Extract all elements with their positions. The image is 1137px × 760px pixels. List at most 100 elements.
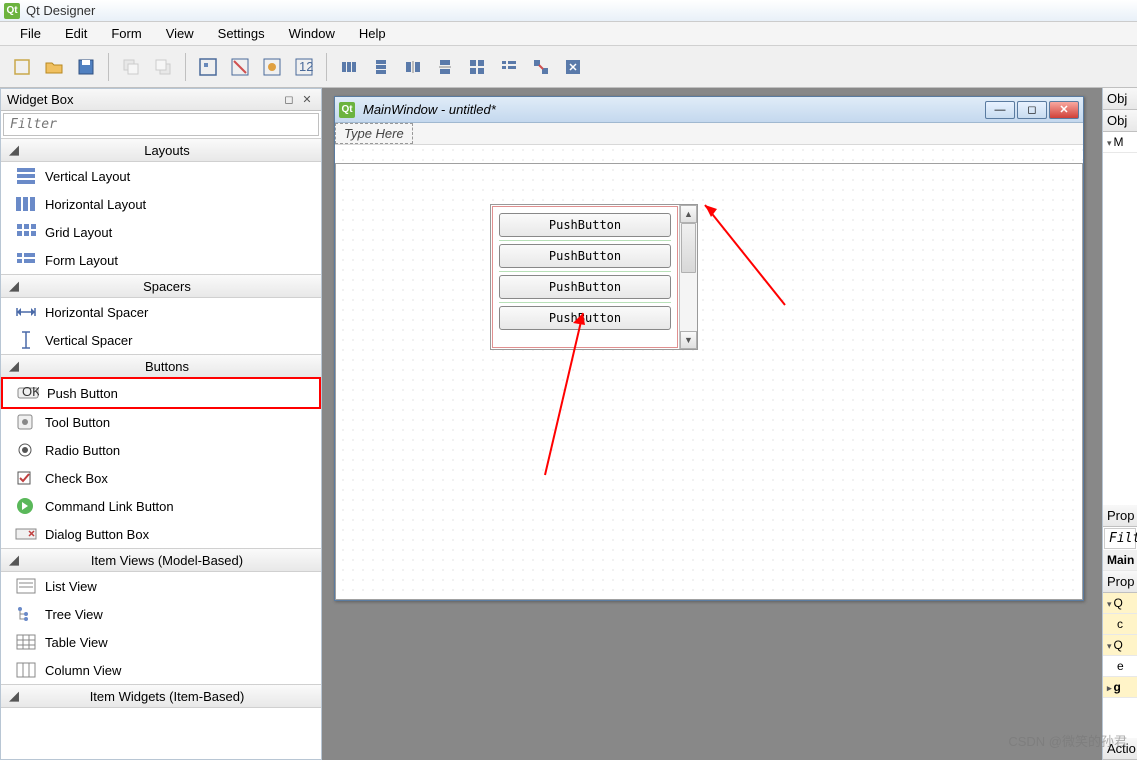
horizontal-spacer-icon: [15, 303, 37, 321]
item-vertical-spacer[interactable]: Vertical Spacer: [1, 326, 321, 354]
vertical-scrollbar[interactable]: ▲ ▼: [679, 205, 697, 349]
layout-form-button[interactable]: [495, 53, 523, 81]
property-col-header: Prop: [1103, 571, 1137, 593]
dock-restore-icon[interactable]: ◻: [281, 92, 297, 108]
menu-help[interactable]: Help: [347, 24, 398, 43]
minimize-button[interactable]: —: [985, 101, 1015, 119]
menu-settings[interactable]: Settings: [206, 24, 277, 43]
prop-group-q2[interactable]: Q: [1103, 635, 1137, 656]
form-layout-icon: [15, 251, 37, 269]
section-item-views[interactable]: ◢Item Views (Model-Based): [1, 548, 321, 572]
item-table-view[interactable]: Table View: [1, 628, 321, 656]
svg-text:OK: OK: [22, 384, 39, 399]
item-vertical-layout[interactable]: Vertical Layout: [1, 162, 321, 190]
right-dock-area: Obj Obj M Prop Filt Main Prop Q c Q e g …: [1102, 88, 1137, 760]
object-col-header: Obj: [1103, 110, 1137, 132]
radio-button-icon: [15, 441, 37, 459]
close-button[interactable]: ✕: [1049, 101, 1079, 119]
item-form-layout[interactable]: Form Layout: [1, 246, 321, 274]
save-button[interactable]: [72, 53, 100, 81]
layout-horiz-splitter-button[interactable]: [399, 53, 427, 81]
widget-box-header: Widget Box ◻ ✕: [1, 89, 321, 111]
scroll-area-content[interactable]: PushButton PushButton PushButton PushBut…: [492, 206, 678, 348]
bring-front-button[interactable]: [149, 53, 177, 81]
item-column-view[interactable]: Column View: [1, 656, 321, 684]
type-here-placeholder[interactable]: Type Here: [335, 123, 413, 144]
mdi-title-text: MainWindow - untitled*: [361, 102, 985, 117]
item-push-button[interactable]: OKPush Button: [1, 377, 321, 409]
prop-row-e[interactable]: e: [1103, 656, 1137, 677]
toolbar-separator: [185, 53, 186, 81]
mdi-window[interactable]: Qt MainWindow - untitled* — ◻ ✕ Type Her…: [334, 96, 1084, 601]
class-label: Main: [1103, 550, 1137, 571]
item-radio-button[interactable]: Radio Button: [1, 436, 321, 464]
item-tool-button[interactable]: Tool Button: [1, 408, 321, 436]
item-horizontal-layout[interactable]: Horizontal Layout: [1, 190, 321, 218]
mdi-title-bar[interactable]: Qt MainWindow - untitled* — ◻ ✕: [335, 97, 1083, 123]
menu-form[interactable]: Form: [99, 24, 153, 43]
layout-vert-splitter-button[interactable]: [431, 53, 459, 81]
push-button-3[interactable]: PushButton: [499, 275, 671, 299]
item-dialog-button-box[interactable]: Dialog Button Box: [1, 520, 321, 548]
open-button[interactable]: [40, 53, 68, 81]
dock-close-icon[interactable]: ✕: [299, 92, 315, 108]
vertical-layout-icon: [15, 167, 37, 185]
adjust-size-button[interactable]: [559, 53, 587, 81]
section-item-widgets[interactable]: ◢Item Widgets (Item-Based): [1, 684, 321, 708]
form-canvas[interactable]: PushButton PushButton PushButton PushBut…: [335, 145, 1083, 600]
push-button-4[interactable]: PushButton: [499, 306, 671, 330]
section-buttons[interactable]: ◢Buttons: [1, 354, 321, 378]
scroll-up-button[interactable]: ▲: [680, 205, 697, 223]
menu-window[interactable]: Window: [277, 24, 347, 43]
menu-file[interactable]: File: [8, 24, 53, 43]
menu-edit[interactable]: Edit: [53, 24, 99, 43]
scroll-area-widget[interactable]: PushButton PushButton PushButton PushBut…: [490, 204, 698, 350]
property-editor-header[interactable]: Prop: [1103, 505, 1137, 527]
item-check-box[interactable]: Check Box: [1, 464, 321, 492]
scrollbar-thumb[interactable]: [681, 223, 696, 273]
edit-widgets-button[interactable]: [194, 53, 222, 81]
prop-group-q[interactable]: Q: [1103, 593, 1137, 614]
maximize-button[interactable]: ◻: [1017, 101, 1047, 119]
scroll-down-button[interactable]: ▼: [680, 331, 697, 349]
prop-row-c[interactable]: c: [1103, 614, 1137, 635]
item-command-link[interactable]: Command Link Button: [1, 492, 321, 520]
edit-buddies-button[interactable]: [258, 53, 286, 81]
item-horizontal-spacer[interactable]: Horizontal Spacer: [1, 298, 321, 326]
grid-layout-icon: [15, 223, 37, 241]
layout-horizontal-button[interactable]: [335, 53, 363, 81]
column-view-icon: [15, 661, 37, 679]
edit-tab-order-button[interactable]: 123: [290, 53, 318, 81]
command-link-icon: [15, 497, 37, 515]
widget-box-panel: Widget Box ◻ ✕ ◢Layouts Vertical Layout …: [0, 88, 322, 760]
edit-signals-button[interactable]: [226, 53, 254, 81]
tree-view-icon: [15, 605, 37, 623]
table-view-icon: [15, 633, 37, 651]
toolbar-separator: [326, 53, 327, 81]
layout-grid-button[interactable]: [463, 53, 491, 81]
menu-view[interactable]: View: [154, 24, 206, 43]
item-list-view[interactable]: List View: [1, 572, 321, 600]
section-spacers[interactable]: ◢Spacers: [1, 274, 321, 298]
break-layout-button[interactable]: [527, 53, 555, 81]
layout-vertical-button[interactable]: [367, 53, 395, 81]
scrollbar-track[interactable]: [680, 223, 697, 331]
form-menubar[interactable]: Type Here: [335, 123, 1083, 145]
menu-bar: File Edit Form View Settings Window Help: [0, 22, 1137, 46]
widget-filter-input[interactable]: [4, 114, 318, 135]
section-layouts[interactable]: ◢Layouts: [1, 138, 321, 162]
object-row[interactable]: M: [1103, 132, 1137, 153]
app-title-bar: Qt Qt Designer: [0, 0, 1137, 22]
item-tree-view[interactable]: Tree View: [1, 600, 321, 628]
send-back-button[interactable]: [117, 53, 145, 81]
svg-text:123: 123: [299, 59, 314, 74]
widget-tree[interactable]: ◢Layouts Vertical Layout Horizontal Layo…: [1, 138, 321, 759]
push-button-2[interactable]: PushButton: [499, 244, 671, 268]
item-grid-layout[interactable]: Grid Layout: [1, 218, 321, 246]
push-button-1[interactable]: PushButton: [499, 213, 671, 237]
object-inspector-header[interactable]: Obj: [1103, 88, 1137, 110]
main-area: Widget Box ◻ ✕ ◢Layouts Vertical Layout …: [0, 88, 1137, 760]
prop-row-g[interactable]: g: [1103, 677, 1137, 698]
new-form-button[interactable]: [8, 53, 36, 81]
property-filter[interactable]: Filt: [1104, 528, 1136, 549]
